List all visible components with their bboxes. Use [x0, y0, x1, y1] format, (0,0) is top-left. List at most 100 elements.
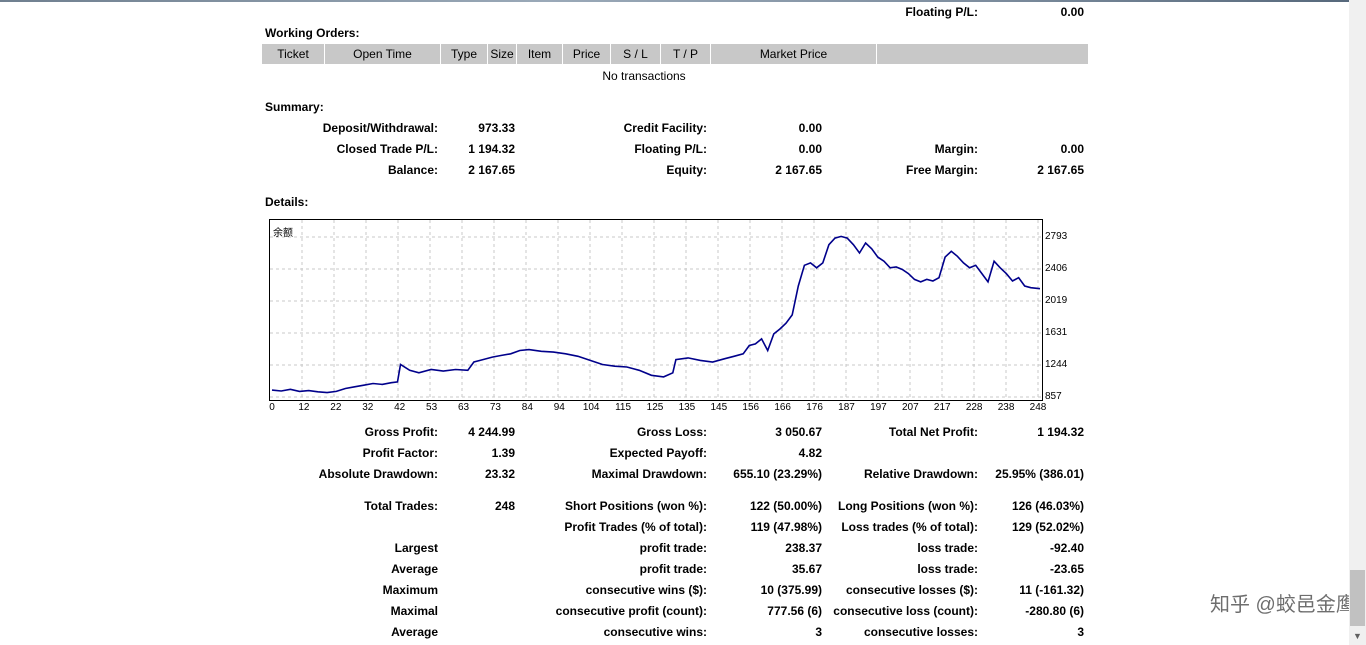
- x-tick-label: 217: [933, 402, 951, 413]
- window-top-border: [0, 0, 1366, 2]
- free-margin-label: Free Margin:: [905, 163, 978, 177]
- gross-profit-value: 4 244.99: [468, 425, 515, 439]
- top-floating-pl-label: Floating P/L:: [905, 5, 978, 19]
- y-tick-label: 2019: [1045, 294, 1068, 306]
- average-consecutive-label: Average: [391, 625, 438, 639]
- profit-factor-label: Profit Factor:: [362, 446, 438, 460]
- arrow-down-icon[interactable]: ▼: [1349, 628, 1366, 645]
- maximal-consecutive-loss-value: -280.80 (6): [1025, 604, 1084, 618]
- vertical-scrollbar[interactable]: [1349, 0, 1366, 645]
- balance-chart: [269, 219, 1043, 401]
- profit-trades-value: 119 (47.98%): [750, 520, 822, 534]
- x-tick-label: 12: [298, 402, 310, 413]
- x-tick-label: 166: [774, 402, 791, 413]
- margin-label: Margin:: [934, 142, 978, 156]
- largest-profit-value: 238.37: [785, 541, 822, 555]
- balance-chart-plot: [270, 220, 1042, 400]
- average-profit-label: profit trade:: [639, 562, 707, 576]
- watermark-text: 知乎 @蛟邑金鹰: [1210, 594, 1356, 616]
- deposit-value: 973.33: [478, 121, 515, 135]
- x-tick-label: 187: [838, 402, 855, 413]
- y-tick-label: 1631: [1045, 327, 1068, 339]
- credit-value: 0.00: [798, 121, 822, 135]
- x-tick-label: 22: [330, 402, 342, 413]
- profit-trades-label: Profit Trades (% of total):: [564, 520, 707, 534]
- long-positions-value: 126 (46.03%): [1011, 499, 1084, 513]
- maximal-label: Maximal: [390, 604, 438, 618]
- x-tick-label: 135: [678, 402, 696, 413]
- max-consecutive-wins-value: 10 (375.99): [760, 583, 822, 597]
- loss-trades-label: Loss trades (% of total):: [841, 520, 978, 534]
- x-tick-label: 248: [1029, 402, 1047, 413]
- average-loss-label: loss trade:: [917, 562, 978, 576]
- total-net-profit-value: 1 194.32: [1037, 425, 1084, 439]
- x-tick-label: 63: [457, 402, 470, 413]
- working-orders-title: Working Orders:: [265, 26, 360, 40]
- short-positions-label: Short Positions (won %):: [565, 499, 707, 513]
- scrollbar-thumb[interactable]: [1350, 570, 1365, 626]
- col-ticket[interactable]: Ticket: [262, 44, 325, 64]
- col-size[interactable]: Size: [488, 44, 517, 64]
- closed-pl-value: 1 194.32: [468, 142, 515, 156]
- avg-consecutive-losses-value: 3: [1077, 625, 1084, 639]
- x-tick-label: 228: [965, 402, 983, 413]
- x-tick-label: 32: [362, 402, 374, 413]
- col-type[interactable]: Type: [441, 44, 488, 64]
- gross-profit-label: Gross Profit:: [364, 425, 438, 439]
- long-positions-label: Long Positions (won %):: [838, 499, 978, 513]
- gross-loss-label: Gross Loss:: [636, 425, 707, 439]
- x-tick-label: 125: [646, 402, 664, 413]
- largest-loss-label: loss trade:: [917, 541, 978, 555]
- absolute-drawdown-value: 23.32: [484, 467, 515, 481]
- floating-pl-label: Floating P/L:: [634, 142, 707, 156]
- closed-pl-label: Closed Trade P/L:: [336, 142, 438, 156]
- maximal-consecutive-loss-label: consecutive loss (count):: [833, 604, 978, 618]
- col-price[interactable]: Price: [563, 44, 611, 64]
- col-tp[interactable]: T / P: [661, 44, 711, 64]
- x-tick-label: 238: [997, 402, 1015, 413]
- free-margin-value: 2 167.65: [1037, 163, 1084, 177]
- chart-title: 余额: [273, 228, 293, 239]
- relative-drawdown-value: 25.95% (386.01): [995, 467, 1084, 481]
- largest-profit-label: profit trade:: [639, 541, 707, 555]
- x-tick-label: 73: [489, 402, 501, 413]
- floating-pl-value: 0.00: [798, 142, 822, 156]
- top-floating-pl-value: 0.00: [1060, 5, 1084, 19]
- average-profit-value: 35.67: [791, 562, 822, 576]
- credit-label: Credit Facility:: [623, 121, 707, 135]
- balance-line-series: [271, 235, 1041, 394]
- deposit-label: Deposit/Withdrawal:: [322, 121, 438, 135]
- gross-loss-value: 3 050.67: [775, 425, 822, 439]
- largest-loss-value: -92.40: [1049, 541, 1084, 555]
- max-consecutive-wins-label: consecutive wins ($):: [585, 583, 707, 597]
- col-open-time[interactable]: Open Time: [325, 44, 441, 64]
- average-loss-value: -23.65: [1049, 562, 1084, 576]
- margin-value: 0.00: [1060, 142, 1084, 156]
- y-tick-label: 2793: [1045, 231, 1068, 242]
- total-trades-value: 248: [494, 499, 515, 513]
- x-tick-label: 145: [710, 402, 728, 413]
- equity-label: Equity:: [666, 163, 707, 177]
- y-tick-label: 857: [1045, 391, 1062, 402]
- col-empty: [877, 44, 1088, 64]
- col-market-price[interactable]: Market Price: [711, 44, 877, 64]
- balance-label: Balance:: [387, 163, 438, 177]
- x-tick-label: 53: [426, 402, 438, 413]
- avg-consecutive-wins-label: consecutive wins:: [603, 625, 707, 639]
- col-sl[interactable]: S / L: [611, 44, 661, 64]
- x-tick-label: 115: [615, 402, 632, 413]
- x-tick-label: 207: [901, 402, 919, 413]
- expected-payoff-label: Expected Payoff:: [609, 446, 707, 460]
- average-label: Average: [391, 562, 438, 576]
- equity-value: 2 167.65: [775, 163, 822, 177]
- balance-value: 2 167.65: [468, 163, 515, 177]
- expected-payoff-value: 4.82: [798, 446, 822, 460]
- maximal-drawdown-label: Maximal Drawdown:: [591, 467, 707, 481]
- max-consecutive-losses-label: consecutive losses ($):: [845, 583, 978, 597]
- max-consecutive-losses-value: 11 (-161.32): [1019, 583, 1084, 597]
- summary-title: Summary:: [265, 100, 324, 114]
- col-item[interactable]: Item: [517, 44, 563, 64]
- total-trades-label: Total Trades:: [364, 499, 438, 513]
- x-tick-label: 42: [394, 402, 406, 413]
- no-transactions-text: No transactions: [602, 69, 686, 83]
